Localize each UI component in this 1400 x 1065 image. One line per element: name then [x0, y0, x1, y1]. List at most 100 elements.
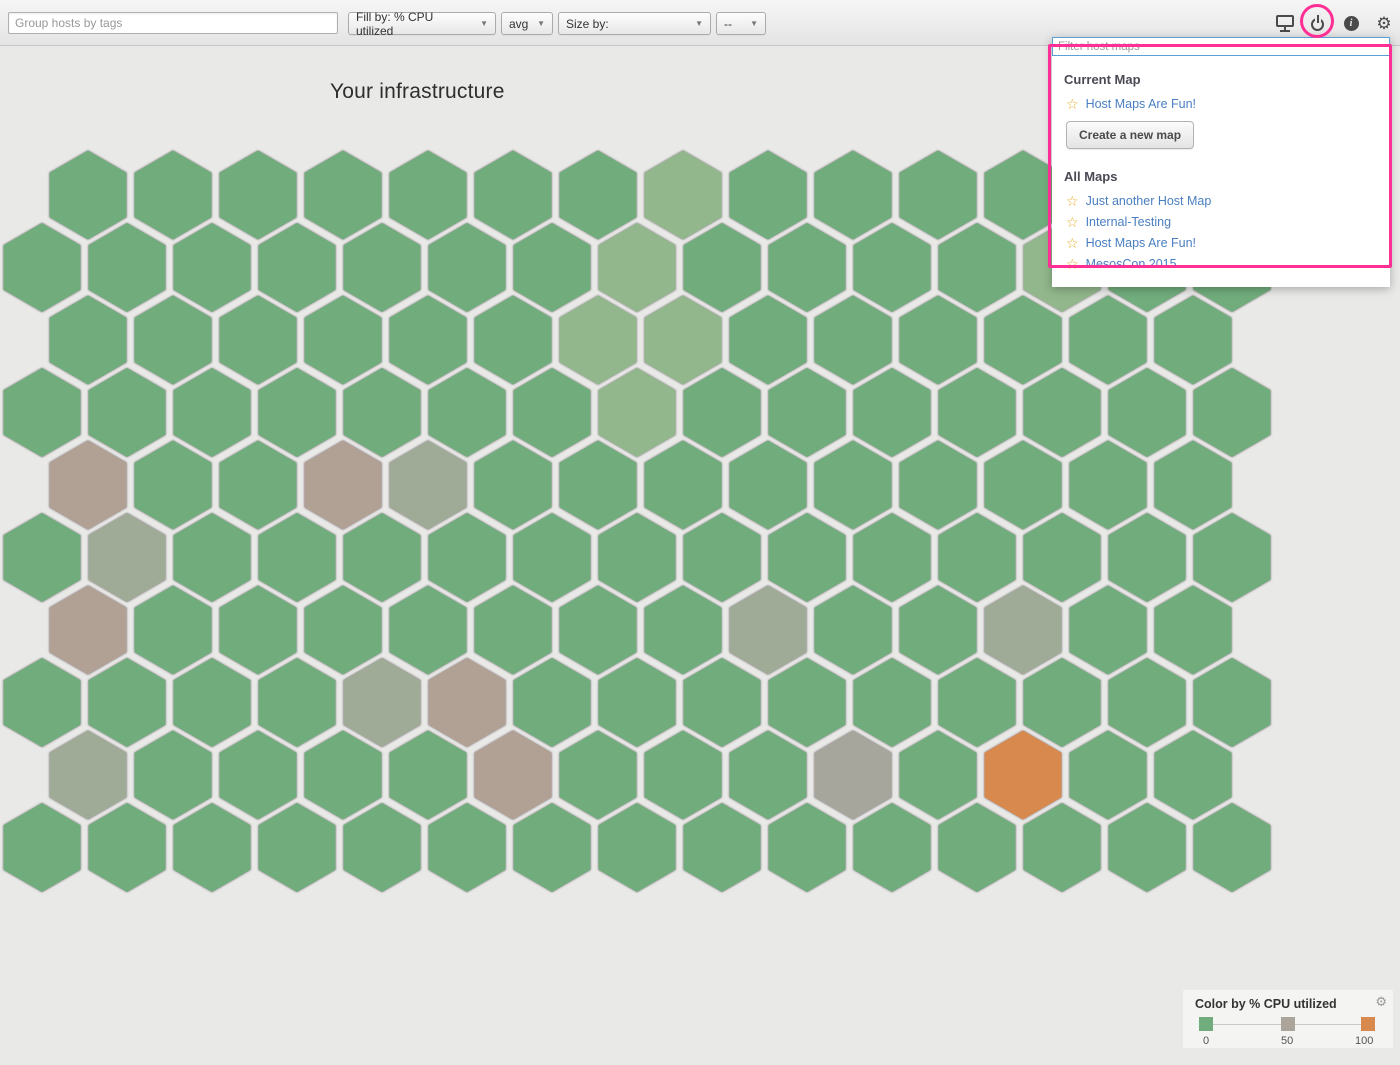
host-hexagon[interactable] — [1070, 586, 1147, 675]
host-hexagon[interactable] — [769, 368, 846, 457]
host-hexagon[interactable] — [985, 441, 1062, 530]
map-link[interactable]: Internal-Testing — [1086, 215, 1171, 229]
map-link[interactable]: Host Maps Are Fun! — [1086, 236, 1196, 250]
host-hexagon[interactable] — [854, 803, 931, 892]
host-hexagon[interactable] — [50, 441, 127, 530]
star-icon[interactable]: ☆ — [1066, 236, 1079, 250]
host-hexagon[interactable] — [1109, 803, 1186, 892]
current-map-item[interactable]: ☆ Host Maps Are Fun! — [1064, 94, 1378, 115]
host-hexagon[interactable] — [429, 223, 506, 312]
host-hexagon[interactable] — [89, 658, 166, 747]
host-hexagon[interactable] — [429, 658, 506, 747]
host-hexagon[interactable] — [1194, 368, 1271, 457]
host-hexagon[interactable] — [1194, 513, 1271, 602]
host-hexagon[interactable] — [514, 223, 591, 312]
host-hexagon[interactable] — [560, 151, 637, 240]
host-hexagon[interactable] — [1070, 441, 1147, 530]
host-hexagon[interactable] — [939, 658, 1016, 747]
host-hexagon[interactable] — [1070, 296, 1147, 385]
host-hexagon[interactable] — [985, 151, 1062, 240]
fill-by-select[interactable]: Fill by: % CPU utilized ▼ — [348, 12, 496, 35]
host-hexagon[interactable] — [50, 151, 127, 240]
host-hexagon[interactable] — [89, 368, 166, 457]
host-hexagon[interactable] — [560, 731, 637, 820]
host-hexagon[interactable] — [514, 368, 591, 457]
host-hexagon[interactable] — [985, 731, 1062, 820]
host-hexagon[interactable] — [939, 368, 1016, 457]
host-hexagon[interactable] — [769, 513, 846, 602]
host-hexagon[interactable] — [769, 803, 846, 892]
host-hexagon[interactable] — [50, 586, 127, 675]
host-hexagon[interactable] — [599, 368, 676, 457]
host-hexagon[interactable] — [939, 513, 1016, 602]
host-hexagon[interactable] — [1109, 658, 1186, 747]
host-hexagon[interactable] — [684, 658, 761, 747]
host-hexagon[interactable] — [900, 296, 977, 385]
host-hexagon[interactable] — [259, 223, 336, 312]
host-hexagon[interactable] — [4, 223, 81, 312]
host-hexagon[interactable] — [769, 223, 846, 312]
host-hexagon[interactable] — [560, 296, 637, 385]
host-hexagon[interactable] — [174, 658, 251, 747]
host-hexagon[interactable] — [50, 296, 127, 385]
host-hexagon[interactable] — [599, 223, 676, 312]
host-hexagon[interactable] — [220, 441, 297, 530]
power-icon[interactable] — [1308, 13, 1328, 33]
host-hexagon[interactable] — [135, 586, 212, 675]
host-hexagon[interactable] — [684, 223, 761, 312]
host-hexagon[interactable] — [390, 296, 467, 385]
host-hexagon[interactable] — [815, 151, 892, 240]
host-hexagon[interactable] — [89, 513, 166, 602]
host-hexagon[interactable] — [854, 513, 931, 602]
host-hexagon[interactable] — [645, 731, 722, 820]
host-hexagon[interactable] — [1155, 296, 1232, 385]
host-hexagon[interactable] — [390, 151, 467, 240]
host-hexagon[interactable] — [89, 223, 166, 312]
host-hexagon[interactable] — [259, 803, 336, 892]
host-hexagon[interactable] — [50, 731, 127, 820]
host-hexagon[interactable] — [259, 368, 336, 457]
host-hexagon[interactable] — [220, 731, 297, 820]
host-hexagon[interactable] — [1070, 731, 1147, 820]
host-hexagon[interactable] — [390, 731, 467, 820]
host-hexagon[interactable] — [514, 803, 591, 892]
aggregation-select[interactable]: avg ▼ — [501, 12, 553, 35]
host-hexagon[interactable] — [174, 368, 251, 457]
host-hexagon[interactable] — [900, 441, 977, 530]
host-hexagon[interactable] — [344, 368, 421, 457]
host-hexagon[interactable] — [645, 586, 722, 675]
host-hexagon[interactable] — [854, 368, 931, 457]
size-by-select[interactable]: Size by: ▼ — [558, 12, 711, 35]
host-hexagon[interactable] — [645, 441, 722, 530]
host-hexagon[interactable] — [900, 731, 977, 820]
host-hexagon[interactable] — [900, 151, 977, 240]
host-hexagon[interactable] — [730, 151, 807, 240]
host-hexagon[interactable] — [684, 513, 761, 602]
host-hexagon[interactable] — [1024, 513, 1101, 602]
host-hexagon[interactable] — [514, 513, 591, 602]
host-hexagon[interactable] — [174, 513, 251, 602]
host-hexagon[interactable] — [344, 803, 421, 892]
host-hexagon[interactable] — [1194, 658, 1271, 747]
host-hexagon[interactable] — [220, 296, 297, 385]
host-hexagon[interactable] — [429, 803, 506, 892]
host-hexagon[interactable] — [985, 296, 1062, 385]
host-hexagon[interactable] — [900, 586, 977, 675]
map-list-item[interactable]: ☆ MesosCon 2015 — [1064, 254, 1378, 275]
map-list-item[interactable]: ☆ Internal-Testing — [1064, 212, 1378, 233]
star-icon[interactable]: ☆ — [1066, 194, 1079, 208]
host-hexagon[interactable] — [730, 731, 807, 820]
host-hexagon[interactable] — [475, 296, 552, 385]
host-hexagon[interactable] — [1024, 803, 1101, 892]
host-hexagon[interactable] — [730, 441, 807, 530]
host-hexagon[interactable] — [939, 803, 1016, 892]
host-hexagon[interactable] — [645, 296, 722, 385]
host-hexagon[interactable] — [939, 223, 1016, 312]
host-hexagon[interactable] — [599, 658, 676, 747]
host-hexagon[interactable] — [89, 803, 166, 892]
host-hexagon[interactable] — [599, 513, 676, 602]
host-hexagon[interactable] — [220, 586, 297, 675]
create-new-map-button[interactable]: Create a new map — [1066, 121, 1194, 149]
host-hexagon[interactable] — [4, 803, 81, 892]
host-hexagon[interactable] — [344, 658, 421, 747]
